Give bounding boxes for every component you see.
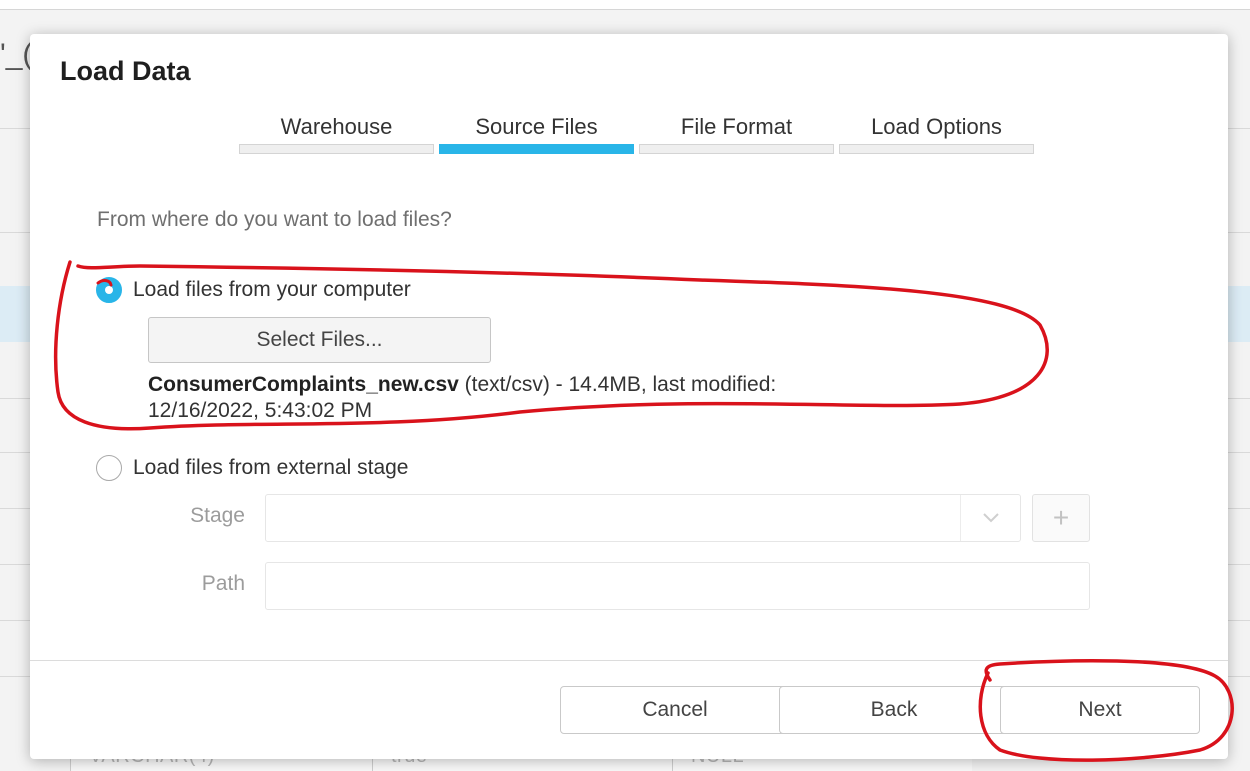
cancel-button[interactable]: Cancel: [560, 686, 790, 734]
path-label: Path: [201, 572, 245, 595]
step-source-files[interactable]: Source Files: [439, 114, 634, 154]
selected-file-info: ConsumerComplaints_new.csv (text/csv) - …: [148, 372, 1028, 424]
step-progress-bar-active: [439, 144, 634, 154]
step-progress-bar: [639, 144, 834, 154]
file-name: ConsumerComplaints_new.csv: [148, 373, 459, 396]
option-stage-label: Load files from external stage: [133, 456, 409, 479]
file-details: (text/csv) - 14.4MB, last modified:: [458, 373, 777, 396]
option-load-from-computer[interactable]: Load files from your computer: [96, 276, 411, 304]
add-stage-button[interactable]: +: [1032, 494, 1090, 542]
file-modified-date: 12/16/2022, 5:43:02 PM: [148, 399, 373, 422]
step-file-format[interactable]: File Format: [639, 114, 834, 154]
select-files-button[interactable]: Select Files...: [148, 317, 491, 363]
step-label: Warehouse: [280, 114, 393, 139]
step-label: Load Options: [871, 114, 1002, 139]
plus-icon: +: [1052, 502, 1070, 533]
step-label: Source Files: [475, 114, 598, 139]
source-question: From where do you want to load files?: [97, 208, 452, 231]
chevron-down-icon[interactable]: [960, 495, 1020, 541]
option-load-from-stage[interactable]: Load files from external stage: [96, 454, 408, 482]
step-progress-bar: [839, 144, 1034, 154]
path-input[interactable]: [265, 562, 1090, 610]
stage-select[interactable]: [265, 494, 1021, 542]
step-warehouse[interactable]: Warehouse: [239, 114, 434, 154]
footer-divider: [30, 660, 1228, 661]
step-label: File Format: [680, 114, 793, 139]
next-button[interactable]: Next: [1000, 686, 1200, 734]
option-computer-label: Load files from your computer: [133, 278, 411, 301]
step-progress-bar: [239, 144, 434, 154]
back-button[interactable]: Back: [779, 686, 1009, 734]
radio-selected-icon[interactable]: [96, 277, 122, 303]
background-peek-text: '_(: [0, 38, 33, 71]
step-load-options[interactable]: Load Options: [839, 114, 1034, 154]
background-topbar: [0, 0, 1250, 10]
radio-unselected-icon[interactable]: [96, 455, 122, 481]
load-data-dialog: Load Data Warehouse Source Files File Fo…: [30, 34, 1228, 759]
dialog-title: Load Data: [60, 56, 191, 86]
stage-label: Stage: [190, 504, 245, 527]
